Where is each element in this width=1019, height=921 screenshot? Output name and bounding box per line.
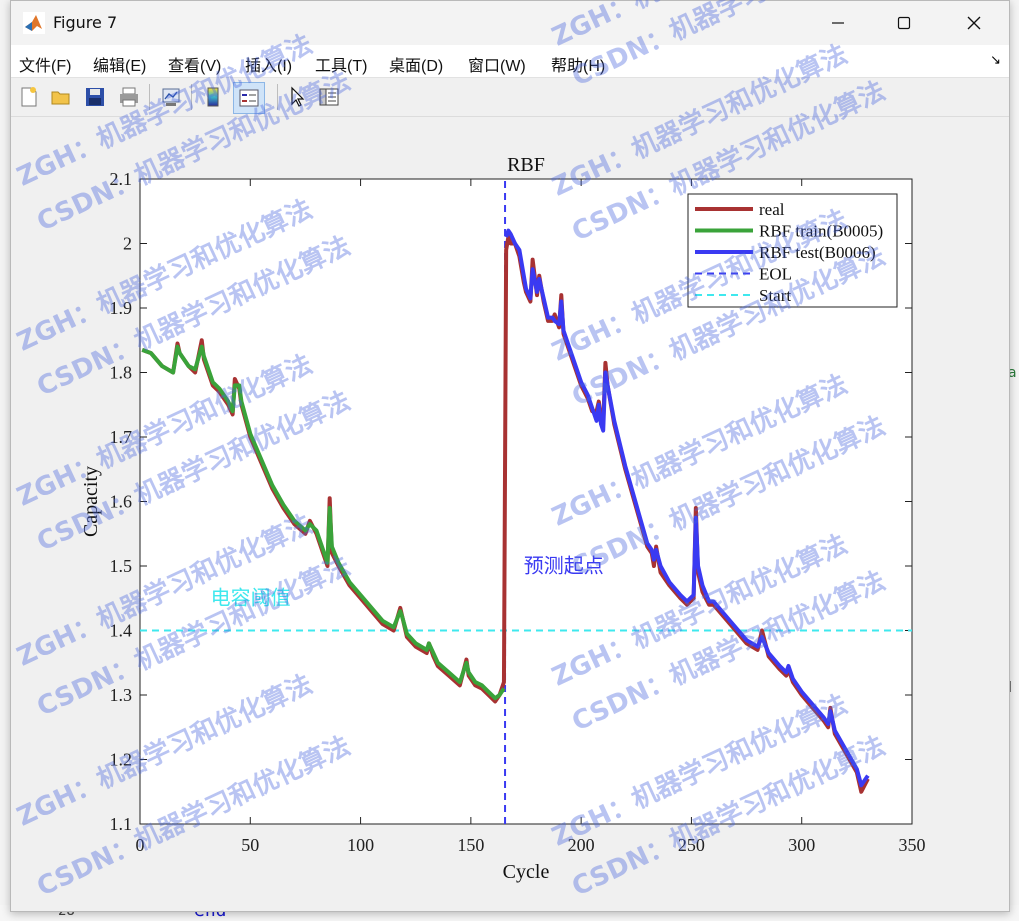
chart-title: RBF — [507, 154, 545, 176]
y-tick-label: 1.9 — [110, 298, 133, 318]
legend-label: RBF test(B0006) — [759, 243, 876, 262]
x-tick-label: 200 — [568, 835, 595, 855]
y-tick-label: 1.2 — [110, 750, 133, 770]
y-tick-label: 1.6 — [110, 492, 133, 512]
y-axis-label: Capacity — [80, 466, 102, 537]
capacity-chart: 0 50 100 150 200 250 300 350 1.1 1.2 1.3 1.4 1.5 1.6 1… — [80, 154, 926, 883]
legend[interactable]: real RBF train(B0005) RBF test(B0006) EOL St… — [687, 193, 898, 308]
chart-annotation: 电容阈值 — [211, 587, 291, 610]
y-tick-label: 2.1 — [110, 169, 133, 189]
legend-label: Start — [759, 286, 791, 305]
x-tick-label: 150 — [457, 835, 484, 855]
y-tick-label: 1.7 — [110, 427, 133, 447]
x-axis-label: Cycle — [503, 861, 550, 883]
x-tick-label: 250 — [678, 835, 705, 855]
y-tick-label: 1.3 — [110, 685, 133, 705]
x-tick-label: 100 — [347, 835, 374, 855]
legend-label: real — [759, 200, 785, 219]
chart-annotation: 预测起点 — [524, 554, 604, 577]
x-tick-label: 50 — [241, 835, 259, 855]
y-tick-label: 1.8 — [110, 363, 133, 383]
y-tick-label: 1.4 — [110, 621, 133, 641]
y-tick-label: 2 — [123, 234, 132, 254]
x-tick-label: 350 — [899, 835, 926, 855]
x-tick-label: 300 — [788, 835, 815, 855]
legend-label: RBF train(B0005) — [759, 222, 883, 241]
legend-label: EOL — [759, 265, 792, 284]
y-tick-label: 1.1 — [110, 814, 133, 834]
y-tick-label: 1.5 — [110, 556, 133, 576]
x-tick-label: 0 — [136, 835, 145, 855]
